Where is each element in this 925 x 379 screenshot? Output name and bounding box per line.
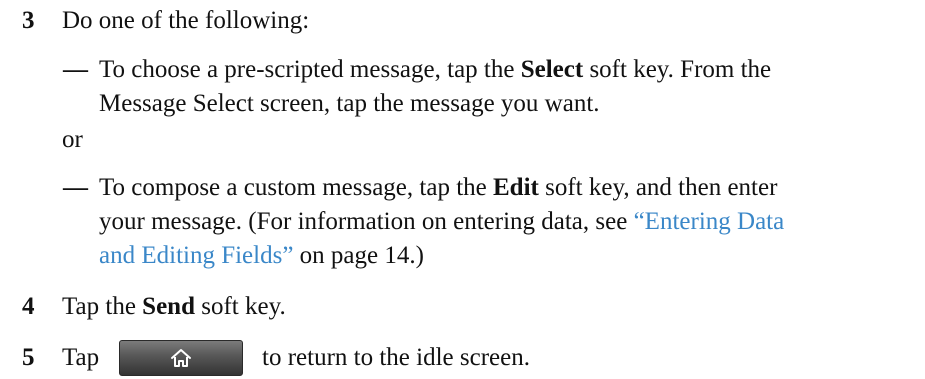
step-4-text: Tap the Send soft key. bbox=[62, 290, 286, 324]
bullet-dash-1: — bbox=[63, 56, 88, 83]
send-soft-key-label: Send bbox=[142, 293, 195, 320]
bullet-2-text-start: To compose a custom message, tap the bbox=[99, 174, 493, 201]
edit-soft-key-label: Edit bbox=[492, 174, 539, 201]
step-5-tap-text: Tap bbox=[62, 344, 100, 371]
bullet-2-line-3: and Editing Fields” on page 14.) bbox=[99, 239, 424, 273]
or-separator: or bbox=[62, 126, 83, 153]
step-5-text: to return to the idle screen. bbox=[262, 344, 530, 371]
home-icon bbox=[171, 349, 191, 367]
bullet-1-line-2: Message Select screen, tap the message y… bbox=[99, 90, 600, 117]
bullet-2-line-1: To compose a custom message, tap the Edi… bbox=[99, 171, 777, 205]
step-4-text-end: soft key. bbox=[194, 293, 286, 320]
select-soft-key-label: Select bbox=[520, 56, 584, 83]
bullet-2-line-3-text: on page 14.) bbox=[293, 242, 424, 269]
step-number-5: 5 bbox=[22, 344, 35, 371]
entering-data-link-part-2[interactable]: and Editing Fields” bbox=[99, 242, 293, 269]
bullet-1-text-start: To choose a pre-scripted message, tap th… bbox=[99, 56, 521, 83]
bullet-dash-2: — bbox=[63, 174, 88, 201]
step-3-text: Do one of the following: bbox=[62, 7, 310, 34]
step-number-4: 4 bbox=[22, 293, 35, 320]
step-number-3: 3 bbox=[22, 7, 35, 34]
step-4-text-start: Tap the bbox=[62, 293, 143, 320]
home-button[interactable] bbox=[119, 340, 243, 376]
bullet-2-line-2: your message. (For information on enteri… bbox=[99, 205, 784, 239]
entering-data-link-part-1[interactable]: “Entering Data bbox=[634, 208, 785, 235]
bullet-1-text-end: soft key. From the bbox=[583, 56, 772, 83]
bullet-2-line-2-text: your message. (For information on enteri… bbox=[99, 208, 634, 235]
bullet-2-text-end: soft key, and then enter bbox=[538, 174, 778, 201]
bullet-1-line-1: To choose a pre-scripted message, tap th… bbox=[99, 53, 771, 87]
